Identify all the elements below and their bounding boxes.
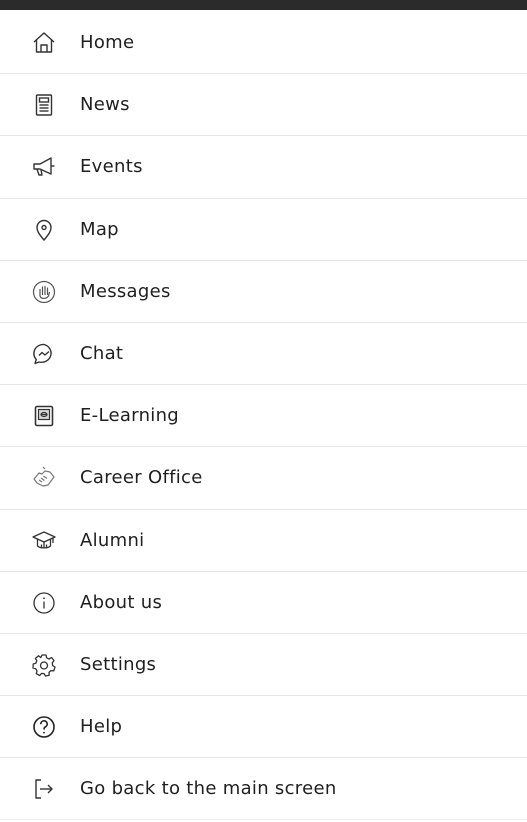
top-bar — [0, 0, 527, 10]
info-icon — [31, 590, 57, 616]
hand-icon — [31, 279, 57, 305]
navigation-menu: Home News Events Map Messages Chat E-Lea… — [0, 12, 527, 821]
menu-item-home[interactable]: Home — [0, 12, 527, 75]
menu-item-alumni[interactable]: Alumni — [0, 510, 527, 572]
chat-icon — [31, 341, 57, 367]
menu-item-help[interactable]: Help — [0, 696, 527, 759]
menu-label-about-us: About us — [80, 591, 163, 613]
menu-label-news: News — [80, 94, 130, 116]
menu-label-events: Events — [80, 156, 143, 178]
menu-label-messages: Messages — [80, 280, 171, 302]
menu-label-help: Help — [80, 716, 123, 738]
menu-label-map: Map — [80, 218, 119, 240]
news-icon — [31, 92, 57, 118]
menu-label-alumni: Alumni — [80, 529, 145, 551]
exit-icon — [31, 776, 57, 802]
menu-label-home: Home — [80, 32, 135, 53]
graduation-cap-icon — [31, 528, 57, 554]
menu-item-e-learning[interactable]: E-Learning — [0, 385, 527, 448]
menu-label-career-office: Career Office — [80, 467, 203, 489]
menu-item-career-office[interactable]: Career Office — [0, 447, 527, 510]
menu-item-chat[interactable]: Chat — [0, 323, 527, 386]
menu-label-chat: Chat — [80, 342, 124, 364]
map-pin-icon — [31, 217, 57, 243]
menu-label-go-back: Go back to the main screen — [80, 778, 337, 800]
menu-item-news[interactable]: News — [0, 74, 527, 137]
menu-label-e-learning: E-Learning — [80, 405, 180, 427]
handshake-icon — [31, 465, 57, 491]
menu-item-about-us[interactable]: About us — [0, 572, 527, 634]
menu-item-map[interactable]: Map — [0, 199, 527, 261]
menu-item-settings[interactable]: Settings — [0, 634, 527, 697]
home-icon — [31, 30, 57, 56]
e-learning-icon — [31, 403, 57, 429]
menu-item-go-back[interactable]: Go back to the main screen — [0, 758, 527, 821]
menu-item-messages[interactable]: Messages — [0, 261, 527, 323]
menu-item-events[interactable]: Events — [0, 136, 527, 199]
question-icon — [31, 714, 57, 740]
menu-label-settings: Settings — [80, 653, 157, 675]
megaphone-icon — [31, 154, 57, 180]
gear-icon — [31, 652, 57, 678]
